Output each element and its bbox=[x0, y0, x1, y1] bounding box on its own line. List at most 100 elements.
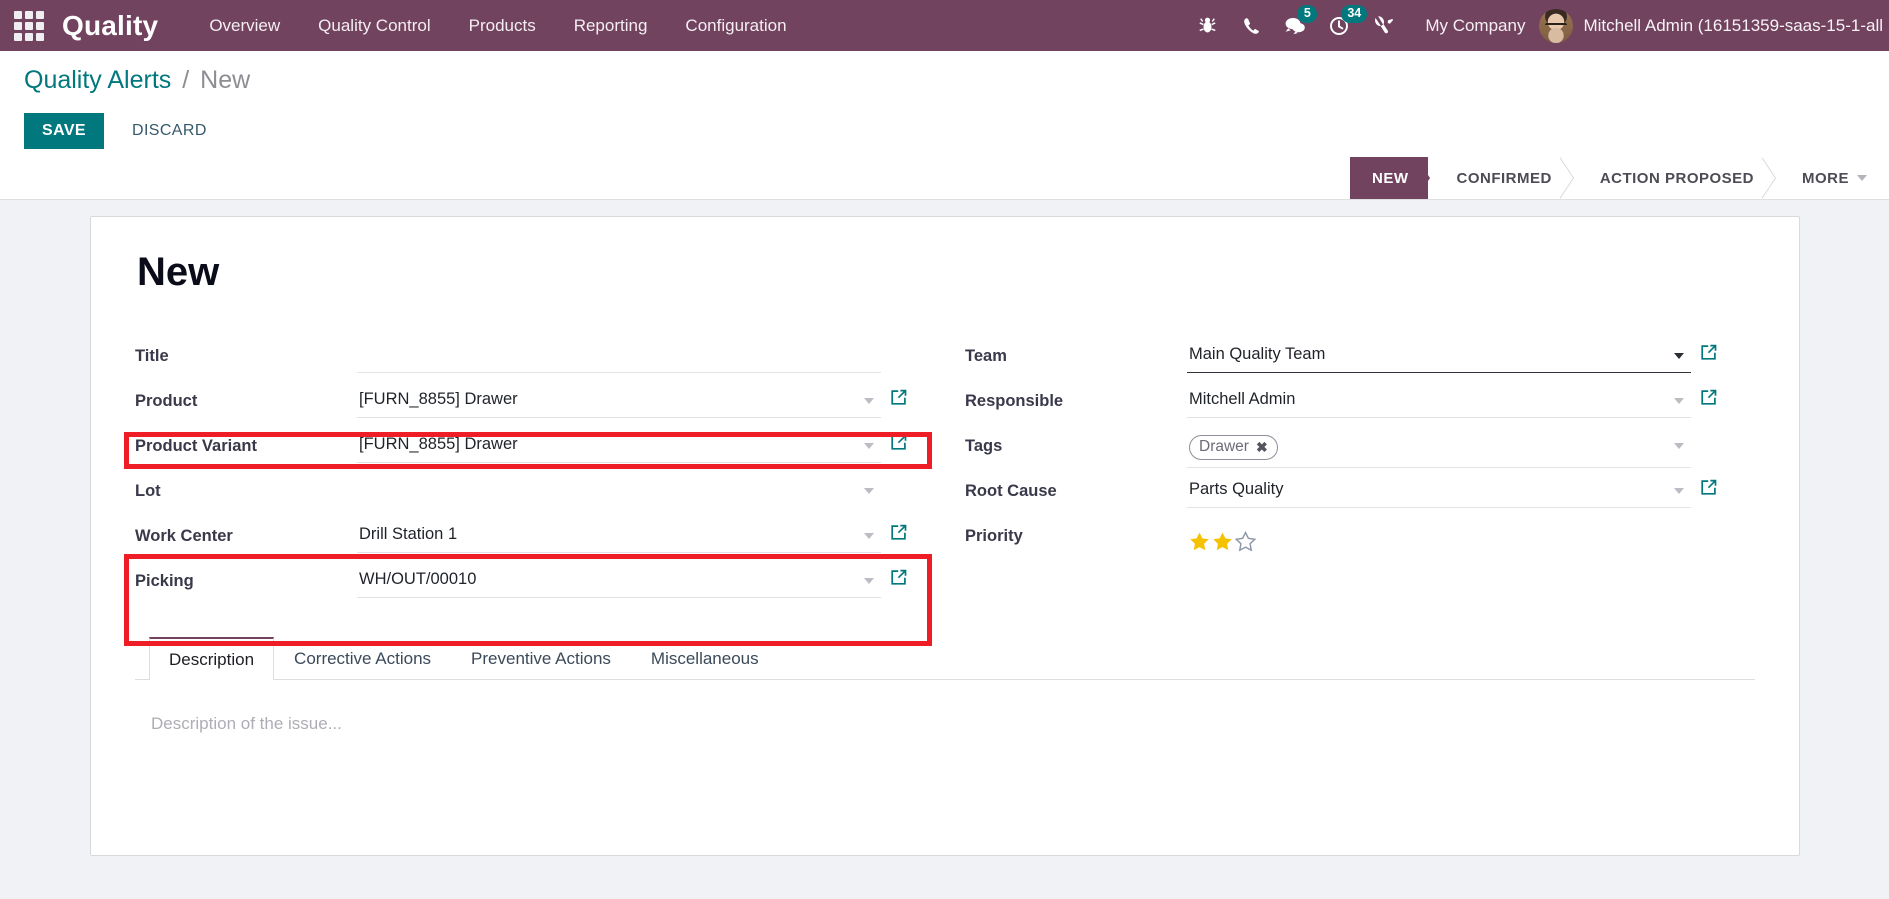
form-group-left: Title Product [FURN_8855] Drawer Product… bbox=[135, 337, 945, 607]
tag-remove-icon[interactable]: ✖ bbox=[1256, 437, 1268, 457]
save-button[interactable]: SAVE bbox=[24, 113, 104, 149]
chevron-down-icon[interactable] bbox=[1674, 353, 1684, 359]
team-input[interactable]: Main Quality Team bbox=[1187, 337, 1691, 373]
field-label-lot: Lot bbox=[135, 482, 161, 500]
activities-clock-icon[interactable]: 34 bbox=[1317, 0, 1368, 51]
field-label-team: Team bbox=[965, 347, 1007, 365]
user-menu-label: Mitchell Admin (16151359-saas-15-1-all bbox=[1583, 15, 1883, 35]
menu-item-overview[interactable]: Overview bbox=[190, 0, 299, 51]
field-label-responsible: Responsible bbox=[965, 392, 1064, 410]
tag-chip-label: Drawer bbox=[1199, 438, 1249, 455]
phone-icon[interactable] bbox=[1229, 0, 1273, 51]
tab-description[interactable]: Description bbox=[149, 637, 275, 680]
tags-input[interactable]: Drawer ✖ bbox=[1187, 427, 1691, 468]
field-label-title: Title bbox=[135, 347, 169, 365]
statusbar-label: MORE bbox=[1802, 169, 1849, 187]
priority-star-1[interactable] bbox=[1189, 531, 1210, 557]
apps-grid-icon[interactable] bbox=[0, 0, 58, 51]
root-cause-internal-link-icon[interactable] bbox=[1691, 472, 1725, 497]
product-value: [FURN_8855] Drawer bbox=[359, 390, 518, 408]
product-variant-input[interactable]: [FURN_8855] Drawer bbox=[357, 427, 881, 463]
tab-corrective-actions[interactable]: Corrective Actions bbox=[274, 637, 451, 680]
avatar bbox=[1539, 8, 1574, 43]
field-label-priority: Priority bbox=[965, 527, 1023, 545]
field-label-work-center: Work Center bbox=[135, 527, 233, 545]
product-variant-internal-link-icon[interactable] bbox=[881, 427, 915, 452]
tab-preventive-actions[interactable]: Preventive Actions bbox=[451, 637, 631, 680]
picking-input[interactable]: WH/OUT/00010 bbox=[357, 562, 881, 598]
breadcrumb-separator: / bbox=[182, 66, 190, 94]
root-cause-value: Parts Quality bbox=[1189, 480, 1284, 498]
tab-miscellaneous[interactable]: Miscellaneous bbox=[631, 637, 779, 680]
messages-icon[interactable]: 5 bbox=[1273, 0, 1318, 51]
field-row-tags: Tags Drawer ✖ bbox=[965, 427, 1725, 469]
form-sheet-wrapper: New Title Product [FURN_8855] Drawer Pro… bbox=[0, 200, 1889, 856]
lot-input[interactable] bbox=[357, 472, 881, 508]
responsible-input[interactable]: Mitchell Admin bbox=[1187, 382, 1691, 418]
tag-chip-drawer[interactable]: Drawer ✖ bbox=[1189, 435, 1278, 460]
field-row-product-variant: Product Variant [FURN_8855] Drawer bbox=[135, 427, 915, 469]
discard-button[interactable]: DISCARD bbox=[114, 113, 225, 149]
menu-item-reporting[interactable]: Reporting bbox=[555, 0, 667, 51]
bug-icon[interactable] bbox=[1185, 0, 1229, 51]
chevron-down-icon[interactable] bbox=[864, 578, 874, 584]
app-brand-quality[interactable]: Quality bbox=[58, 0, 168, 51]
priority-widget bbox=[1187, 517, 1691, 565]
field-row-picking: Picking WH/OUT/00010 bbox=[135, 562, 915, 604]
navbar-right-area: 5 34 My Company Mitchell Admin (16151359… bbox=[1185, 0, 1889, 51]
chevron-down-icon[interactable] bbox=[1674, 443, 1684, 449]
chevron-down-icon bbox=[1857, 175, 1867, 181]
field-row-responsible: Responsible Mitchell Admin bbox=[965, 382, 1725, 424]
picking-value: WH/OUT/00010 bbox=[359, 570, 477, 588]
work-center-internal-link-icon[interactable] bbox=[881, 517, 915, 542]
chevron-down-icon[interactable] bbox=[864, 533, 874, 539]
statusbar-step-new[interactable]: NEW bbox=[1349, 157, 1430, 199]
chevron-down-icon[interactable] bbox=[1674, 398, 1684, 404]
breadcrumb-current: New bbox=[200, 66, 251, 94]
company-switcher[interactable]: My Company bbox=[1405, 16, 1539, 36]
notebook-tabs: Description Corrective Actions Preventiv… bbox=[135, 637, 1755, 680]
statusbar-label: CONFIRMED bbox=[1456, 169, 1552, 187]
page-title: New bbox=[137, 250, 220, 294]
field-row-priority: Priority bbox=[965, 517, 1725, 565]
team-value: Main Quality Team bbox=[1189, 345, 1326, 363]
field-row-lot: Lot bbox=[135, 472, 915, 514]
field-label-root-cause: Root Cause bbox=[965, 482, 1057, 500]
form-group-right: Team Main Quality Team Responsible Mitch… bbox=[945, 337, 1755, 607]
field-label-product: Product bbox=[135, 392, 198, 410]
team-internal-link-icon[interactable] bbox=[1691, 337, 1725, 362]
menu-item-configuration[interactable]: Configuration bbox=[666, 0, 805, 51]
tools-icon[interactable] bbox=[1361, 0, 1405, 51]
root-cause-input[interactable]: Parts Quality bbox=[1187, 472, 1691, 508]
user-menu[interactable]: Mitchell Admin (16151359-saas-15-1-all bbox=[1539, 8, 1889, 43]
product-input[interactable]: [FURN_8855] Drawer bbox=[357, 382, 881, 418]
breadcrumb-quality-alerts[interactable]: Quality Alerts bbox=[24, 66, 171, 94]
menu-item-quality-control[interactable]: Quality Control bbox=[299, 0, 449, 51]
description-textarea-placeholder[interactable]: Description of the issue... bbox=[151, 714, 1739, 734]
field-label-product-variant: Product Variant bbox=[135, 437, 257, 455]
field-label-picking: Picking bbox=[135, 572, 194, 590]
breadcrumb: Quality Alerts / New bbox=[24, 65, 1889, 95]
messages-badge: 5 bbox=[1297, 5, 1318, 23]
statusbar-step-action-proposed[interactable]: ACTION PROPOSED bbox=[1571, 157, 1777, 199]
field-row-title: Title bbox=[135, 337, 915, 379]
chevron-down-icon[interactable] bbox=[864, 443, 874, 449]
work-center-input[interactable]: Drill Station 1 bbox=[357, 517, 881, 553]
priority-star-2[interactable] bbox=[1212, 531, 1233, 557]
statusbar-more-dropdown[interactable]: MORE bbox=[1774, 157, 1889, 199]
chevron-down-icon[interactable] bbox=[864, 398, 874, 404]
chevron-down-icon[interactable] bbox=[1674, 488, 1684, 494]
work-center-value: Drill Station 1 bbox=[359, 525, 458, 543]
responsible-internal-link-icon[interactable] bbox=[1691, 382, 1725, 407]
menu-item-products[interactable]: Products bbox=[450, 0, 555, 51]
statusbar-step-confirmed[interactable]: CONFIRMED bbox=[1428, 157, 1575, 199]
priority-star-3[interactable] bbox=[1234, 530, 1257, 557]
product-variant-value: [FURN_8855] Drawer bbox=[359, 435, 518, 453]
title-input[interactable] bbox=[357, 337, 881, 373]
picking-internal-link-icon[interactable] bbox=[881, 562, 915, 587]
product-internal-link-icon[interactable] bbox=[881, 382, 915, 407]
chevron-down-icon[interactable] bbox=[864, 488, 874, 494]
